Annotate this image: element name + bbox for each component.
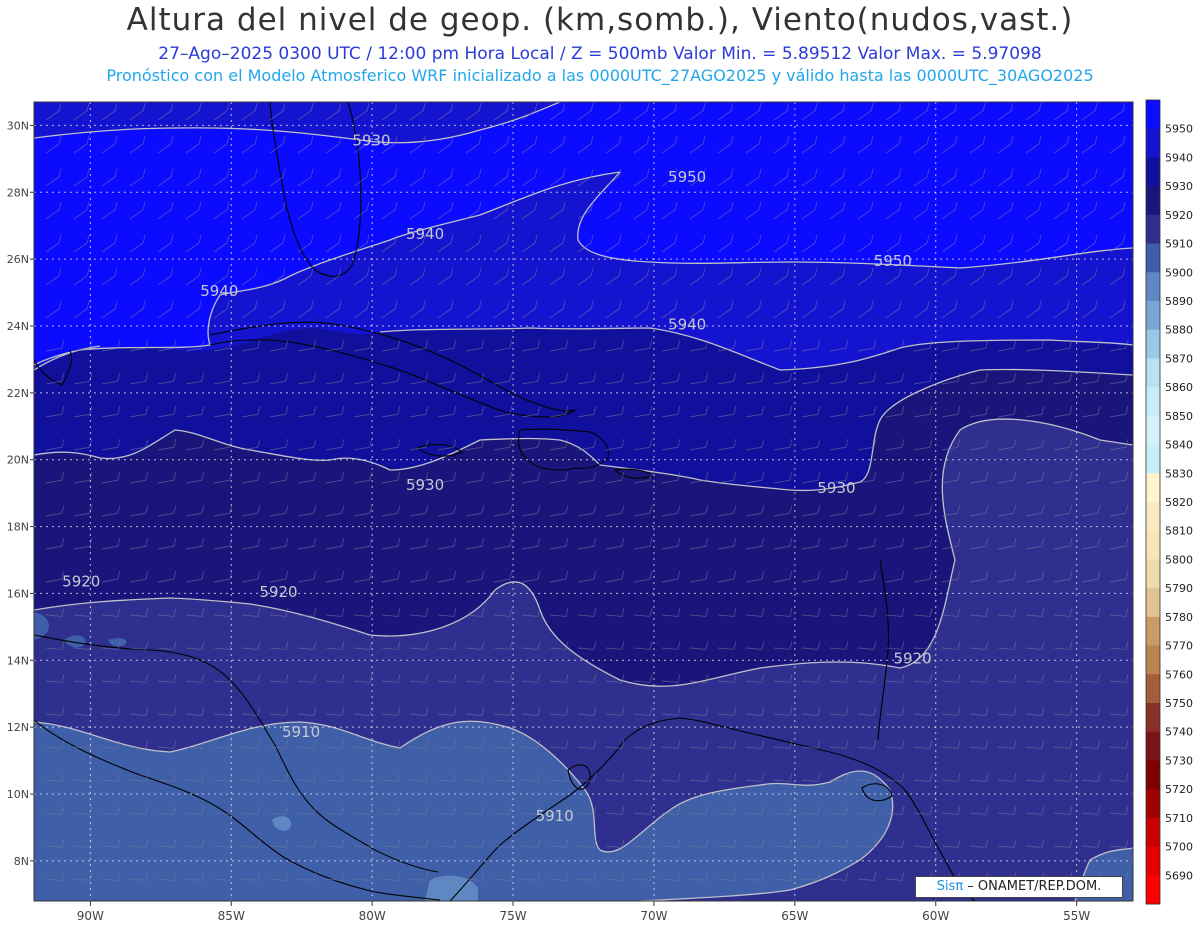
colorbar: 5950 5940 5930 5920 5910 5900 5890 5880 5870 5860… — [1145, 99, 1193, 905]
colorbar-label: 5760 — [1165, 668, 1193, 681]
colorbar-label: 5790 — [1165, 582, 1193, 595]
contour-label: 5940 — [406, 225, 444, 243]
y-tick-label: 10N — [7, 788, 29, 801]
colorbar-label: 5740 — [1165, 726, 1193, 739]
colorbar-swatch — [1146, 731, 1160, 761]
contour-label: 5930 — [352, 131, 390, 149]
x-tick-label: 75W — [499, 909, 526, 923]
colorbar-swatch — [1146, 128, 1160, 158]
colorbar-swatch — [1146, 645, 1160, 675]
colorbar-label: 5880 — [1165, 324, 1193, 337]
y-tick-label: 20N — [7, 454, 29, 467]
x-tick-label: 55W — [1063, 909, 1090, 923]
colorbar-swatch — [1146, 789, 1160, 819]
colorbar-swatch — [1146, 846, 1160, 876]
colorbar-swatch — [1146, 100, 1160, 130]
colorbar-swatch — [1146, 817, 1160, 848]
colorbar-label: 5840 — [1165, 439, 1193, 452]
colorbar-label: 5710 — [1165, 812, 1193, 825]
contour-label: 5930 — [406, 476, 444, 494]
y-tick-label: 26N — [7, 253, 29, 266]
colorbar-label: 5950 — [1165, 123, 1193, 136]
colorbar-label: 5730 — [1165, 754, 1193, 767]
x-tick-label: 90W — [77, 909, 104, 923]
x-tick-label: 85W — [218, 909, 245, 923]
credit-box: Sisπ – ONAMET/REP.DOM. — [915, 876, 1123, 898]
contour-label: 5920 — [893, 650, 931, 668]
colorbar-swatch — [1146, 358, 1160, 388]
contour-label: 5950 — [874, 252, 912, 270]
contour-label: 5930 — [817, 479, 855, 497]
credit-org: – ONAMET/REP.DOM. — [963, 879, 1102, 894]
colorbar-swatch — [1146, 243, 1160, 273]
colorbar-swatch — [1146, 329, 1160, 359]
colorbar-label: 5780 — [1165, 611, 1193, 624]
y-tick-label: 16N — [7, 587, 29, 600]
contour-label: 5950 — [668, 168, 706, 186]
contour-label: 5910 — [282, 723, 320, 741]
colorbar-label: 5900 — [1165, 266, 1193, 279]
colorbar-label: 5910 — [1165, 238, 1193, 251]
colorbar-swatch — [1146, 674, 1160, 704]
colorbar-label: 5940 — [1165, 151, 1193, 164]
y-tick-label: 28N — [7, 186, 29, 199]
colorbar-swatch — [1146, 214, 1160, 245]
y-tick-label: 22N — [7, 387, 29, 400]
y-tick-label: 8N — [14, 855, 29, 868]
colorbar-swatch — [1146, 559, 1160, 589]
x-tick-label: 60W — [922, 909, 949, 923]
colorbar-label: 5820 — [1165, 496, 1193, 509]
map-plot-area: 5930 5950 5940 5950 5940 5940 5930 5930 5920 5920… — [34, 102, 1133, 901]
colorbar-swatch — [1146, 502, 1160, 532]
geopotential-map: 5930 5950 5940 5950 5940 5940 5930 5930 5920 5920… — [7, 99, 1193, 923]
colorbar-swatch — [1146, 875, 1160, 905]
colorbar-swatch — [1146, 387, 1160, 417]
colorbar-swatch — [1146, 588, 1160, 618]
colorbar-swatch — [1146, 301, 1160, 331]
colorbar-swatch — [1146, 272, 1160, 302]
y-tick-label: 30N — [7, 119, 29, 132]
contour-label: 5910 — [536, 807, 574, 825]
colorbar-label: 5920 — [1165, 209, 1193, 222]
colorbar-label: 5810 — [1165, 525, 1193, 538]
colorbar-swatch — [1146, 186, 1160, 216]
colorbar-swatch — [1146, 530, 1160, 560]
colorbar-label: 5850 — [1165, 410, 1193, 423]
colorbar-label: 5800 — [1165, 553, 1193, 566]
credit-brand: Sisπ — [936, 879, 964, 894]
colorbar-label: 5930 — [1165, 180, 1193, 193]
colorbar-swatch — [1146, 157, 1160, 187]
colorbar-label: 5770 — [1165, 640, 1193, 653]
y-tick-label: 12N — [7, 721, 29, 734]
colorbar-swatch — [1146, 703, 1160, 733]
colorbar-swatch — [1146, 444, 1160, 474]
colorbar-label: 5690 — [1165, 869, 1193, 882]
x-tick-label: 70W — [640, 909, 667, 923]
colorbar-label: 5830 — [1165, 467, 1193, 480]
colorbar-swatch — [1146, 473, 1160, 503]
x-tick-label: 65W — [781, 909, 808, 923]
colorbar-swatch — [1146, 415, 1160, 446]
contour-label: 5940 — [200, 282, 238, 300]
contour-label: 5920 — [259, 583, 297, 601]
contour-label: 5940 — [668, 315, 706, 333]
colorbar-label: 5870 — [1165, 352, 1193, 365]
y-tick-label: 18N — [7, 521, 29, 534]
colorbar-swatch — [1146, 616, 1160, 647]
x-tick-label: 80W — [359, 909, 386, 923]
colorbar-label: 5720 — [1165, 783, 1193, 796]
colorbar-label: 5860 — [1165, 381, 1193, 394]
y-tick-label: 24N — [7, 320, 29, 333]
colorbar-swatch — [1146, 760, 1160, 790]
y-tick-label: 14N — [7, 654, 29, 667]
colorbar-label: 5890 — [1165, 295, 1193, 308]
colorbar-label: 5700 — [1165, 841, 1193, 854]
colorbar-label: 5750 — [1165, 697, 1193, 710]
contour-label: 5920 — [62, 573, 100, 591]
